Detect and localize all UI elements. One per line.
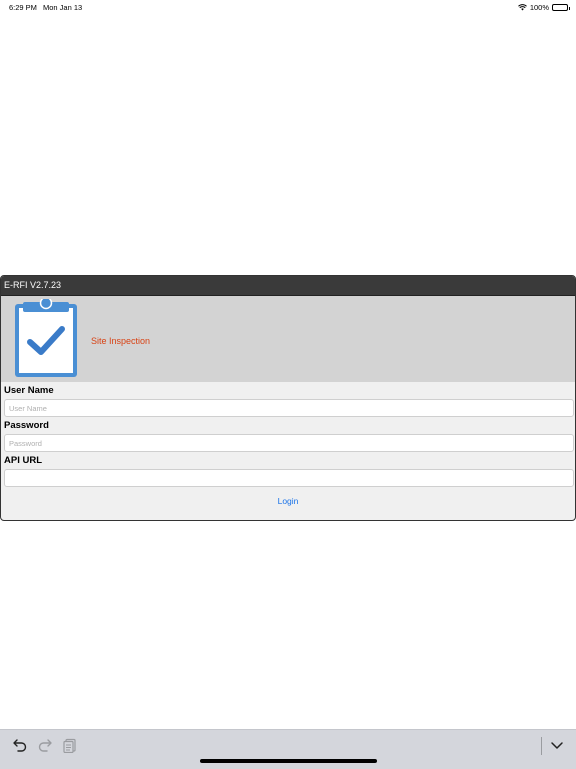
home-indicator[interactable] (200, 759, 377, 763)
battery-icon (552, 4, 570, 11)
login-dialog: E-RFI V2.7.23 Site Inspection User Name … (0, 275, 576, 521)
password-input[interactable] (4, 434, 574, 452)
toolbar-divider (541, 737, 542, 755)
api-url-input[interactable] (4, 469, 574, 487)
paste-icon[interactable] (62, 737, 78, 753)
status-indicators: 100% (517, 3, 570, 12)
dialog-title: E-RFI V2.7.23 (1, 276, 575, 296)
password-label: Password (4, 420, 49, 431)
api-url-label: API URL (4, 455, 42, 466)
status-date: Mon Jan 13 (43, 3, 83, 12)
wifi-icon (517, 4, 527, 11)
username-input[interactable] (4, 399, 574, 417)
login-button[interactable]: Login (1, 496, 575, 506)
app-banner: Site Inspection (1, 296, 575, 382)
status-bar: 6:29 PM Mon Jan 13 100% (0, 0, 576, 14)
banner-title: Site Inspection (91, 336, 151, 346)
keyboard-toolbar (0, 729, 576, 769)
redo-icon[interactable] (37, 737, 53, 753)
clipboard-check-icon (15, 299, 77, 377)
status-time: 6:29 PM (9, 3, 37, 12)
username-label: User Name (4, 385, 54, 396)
chevron-down-icon[interactable] (549, 737, 565, 753)
battery-percent: 100% (529, 3, 549, 12)
undo-icon[interactable] (12, 737, 28, 753)
